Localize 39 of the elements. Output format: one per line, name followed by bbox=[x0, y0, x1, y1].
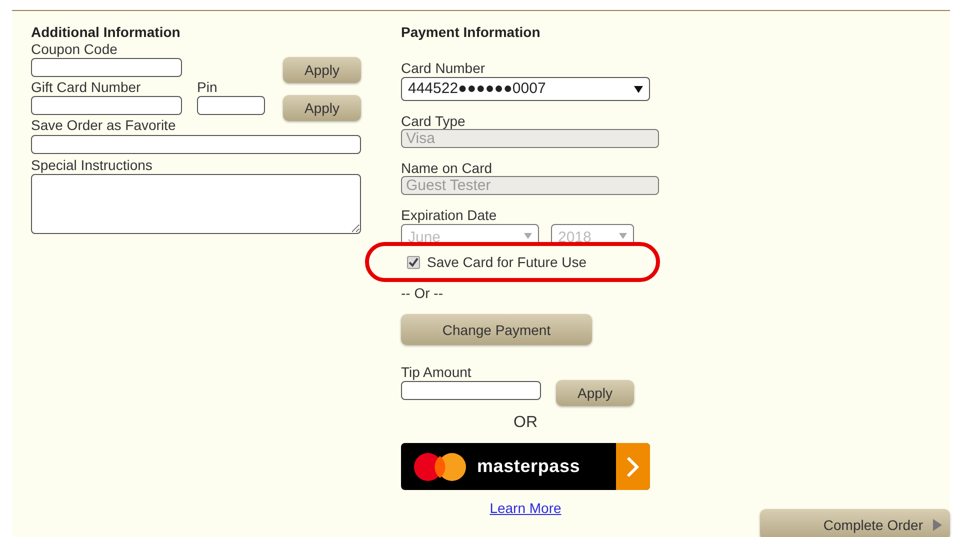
change-payment-button[interactable]: Change Payment bbox=[401, 314, 592, 345]
field-label: Tip Amount bbox=[401, 364, 472, 380]
card-number: 444522●●●●●●0007 bbox=[408, 78, 546, 99]
dropdown-arrow-icon bbox=[634, 86, 643, 92]
apply-button[interactable]: Apply bbox=[283, 95, 361, 121]
learn-more-link[interactable]: Learn More bbox=[401, 498, 650, 519]
field-label: Coupon Code bbox=[31, 41, 118, 57]
gift-card-field[interactable] bbox=[31, 96, 182, 115]
field-label: Save Order as Favorite bbox=[31, 117, 177, 133]
dropdown-arrow-icon bbox=[524, 233, 532, 239]
play-arrow-icon bbox=[933, 518, 942, 530]
or-text: OR bbox=[512, 413, 538, 433]
section-title: Payment Information bbox=[401, 23, 542, 41]
chevron-right-icon bbox=[616, 443, 650, 490]
circles-logo-icon bbox=[414, 452, 468, 480]
field-label: Name on Card bbox=[401, 160, 494, 176]
card-type-field: Visa bbox=[401, 129, 659, 148]
dropdown-arrow-icon bbox=[619, 233, 627, 239]
tip-field[interactable] bbox=[401, 381, 541, 400]
coupon-field[interactable] bbox=[31, 58, 182, 77]
or-divider: -- Or -- bbox=[401, 284, 444, 303]
masterpass-button[interactable]: masterpass bbox=[401, 443, 650, 490]
name-on-card-field: Guest Tester bbox=[401, 176, 659, 195]
field-label: Card Number bbox=[401, 60, 486, 76]
instructions-field[interactable] bbox=[31, 174, 361, 234]
card-number-select[interactable]: 444522●●●●●●0007 bbox=[401, 77, 650, 101]
save-card-checkbox[interactable] bbox=[407, 256, 420, 268]
field-label: Pin bbox=[197, 79, 218, 95]
complete-order-button[interactable]: Complete Order bbox=[760, 509, 950, 537]
field-label: Card Type bbox=[401, 113, 466, 129]
checkbox-label: Save Card for Future Use bbox=[427, 252, 587, 272]
pin-field[interactable] bbox=[197, 96, 265, 115]
apply-button[interactable]: Apply bbox=[556, 380, 634, 406]
field-label: Gift Card Number bbox=[31, 79, 142, 95]
apply-button[interactable]: Apply bbox=[283, 57, 361, 83]
section-title: Additional Information bbox=[31, 23, 182, 41]
favorite-name-field[interactable] bbox=[31, 135, 361, 154]
field-label: Special Instructions bbox=[31, 157, 154, 173]
field-label: Expiration Date bbox=[401, 207, 498, 223]
